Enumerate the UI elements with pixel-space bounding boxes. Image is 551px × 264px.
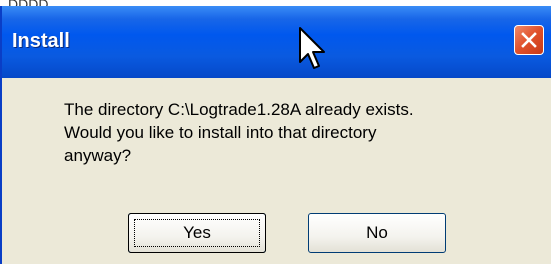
dialog-message: The directory C:\Logtrade1.28A already e… <box>64 98 534 167</box>
focus-rectangle <box>134 219 260 247</box>
no-button[interactable]: No <box>308 213 446 253</box>
close-button[interactable] <box>514 25 544 55</box>
no-button-label: No <box>366 223 388 242</box>
yes-button[interactable]: Yes <box>128 213 266 253</box>
message-line: anyway? <box>64 146 132 165</box>
close-icon <box>521 32 537 48</box>
install-dialog: Install The directory C:\Logtrade1.28A a… <box>0 6 551 264</box>
screen: DDDD Install The directory C:\Logtrade1.… <box>0 0 551 264</box>
dialog-title: Install <box>12 30 70 52</box>
message-line: Would you like to install into that dire… <box>64 123 377 142</box>
message-line: The directory C:\Logtrade1.28A already e… <box>64 100 414 119</box>
mouse-pointer-icon <box>299 27 325 69</box>
title-bar[interactable]: Install <box>2 6 551 78</box>
